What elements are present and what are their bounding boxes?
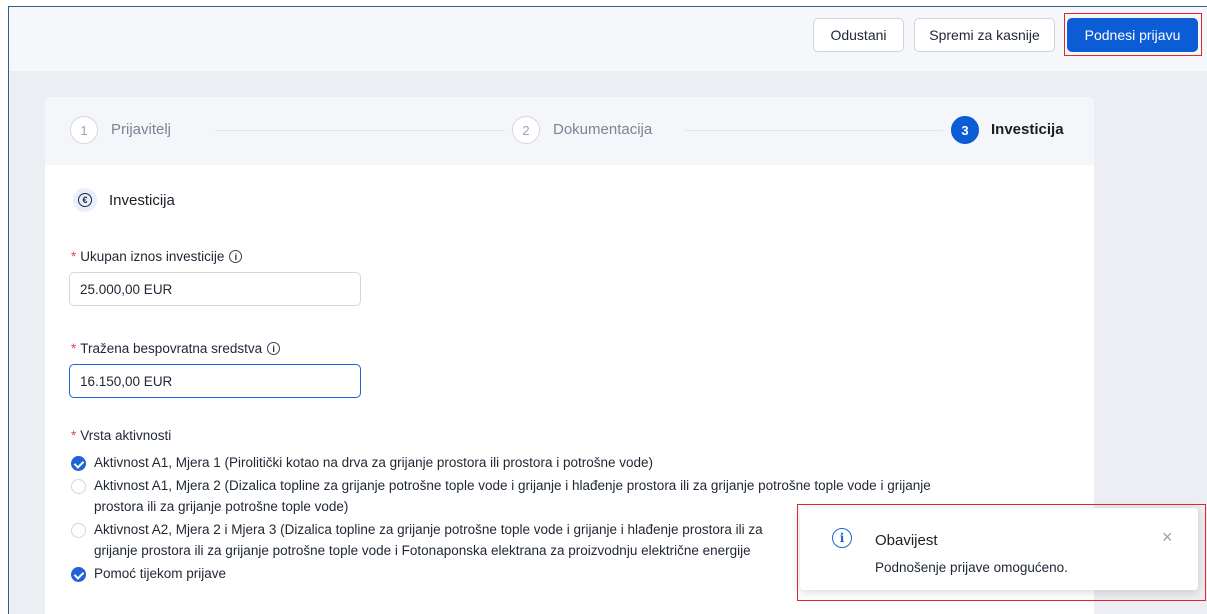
step-connector — [685, 130, 943, 131]
activity-option-label-cont: grijanje prostora ili za grijanje potroš… — [94, 543, 751, 558]
checkbox-checked[interactable] — [71, 456, 86, 471]
step-2-number[interactable]: 2 — [512, 116, 540, 144]
grants-requested-input[interactable]: 16.150,00 EUR — [69, 364, 361, 398]
total-investment-label-text: Ukupan iznos investicije — [80, 249, 225, 264]
notification-message: Podnošenje prijave omogućeno. — [875, 560, 1068, 575]
grants-requested-label: * Tražena bespovratna sredstva i — [71, 341, 281, 356]
action-toolbar: Odustani Spremi za kasnije Podnesi prija… — [9, 7, 1207, 71]
required-marker: * — [71, 341, 77, 356]
step-2-label[interactable]: Dokumentacija — [553, 121, 652, 138]
activity-option-label: Pomoć tijekom prijave — [94, 566, 227, 581]
notification-toast: i Obavijest Podnošenje prijave omogućeno… — [800, 508, 1198, 590]
step-1-number[interactable]: 1 — [70, 116, 98, 144]
step-3-label[interactable]: Investicija — [991, 121, 1064, 138]
activity-type-label-text: Vrsta aktivnosti — [80, 428, 172, 443]
total-investment-label: * Ukupan iznos investicije i — [71, 249, 243, 264]
cancel-button[interactable]: Odustani — [813, 18, 904, 52]
activity-option-label: Aktivnost A2, Mjera 2 i Mjera 3 (Dizalic… — [94, 522, 763, 537]
info-icon[interactable]: i — [229, 250, 243, 263]
step-3-number[interactable]: 3 — [951, 116, 979, 144]
activity-type-label: * Vrsta aktivnosti — [71, 428, 171, 443]
save-for-later-button[interactable]: Spremi za kasnije — [914, 18, 1055, 52]
activity-option-label: Aktivnost A1, Mjera 1 (Pirolitički kotao… — [94, 455, 654, 470]
euro-icon: € — [73, 188, 97, 212]
info-circle-icon: i — [832, 528, 852, 548]
step-1-label[interactable]: Prijavitelj — [111, 121, 171, 138]
required-marker: * — [71, 249, 77, 264]
activity-option-label-cont: prostora ili za grijanje potrošne tople … — [94, 499, 349, 514]
submit-application-button[interactable]: Podnesi prijavu — [1067, 18, 1198, 52]
required-marker: * — [71, 428, 77, 443]
activity-option-label: Aktivnost A1, Mjera 2 (Dizalica topline … — [94, 478, 931, 493]
notification-title: Obavijest — [875, 532, 938, 549]
close-icon[interactable]: × — [1162, 527, 1173, 548]
checkbox-checked[interactable] — [71, 567, 86, 582]
total-investment-input[interactable]: 25.000,00 EUR — [69, 272, 361, 306]
grants-requested-label-text: Tražena bespovratna sredstva — [80, 341, 263, 356]
section-title: Investicija — [109, 192, 175, 209]
steps-bar: 1 Prijavitelj 2 Dokumentacija 3 Investic… — [45, 97, 1094, 165]
step-connector — [215, 130, 505, 131]
checkbox[interactable] — [71, 523, 86, 538]
info-icon[interactable]: i — [267, 342, 281, 355]
checkbox[interactable] — [71, 479, 86, 494]
